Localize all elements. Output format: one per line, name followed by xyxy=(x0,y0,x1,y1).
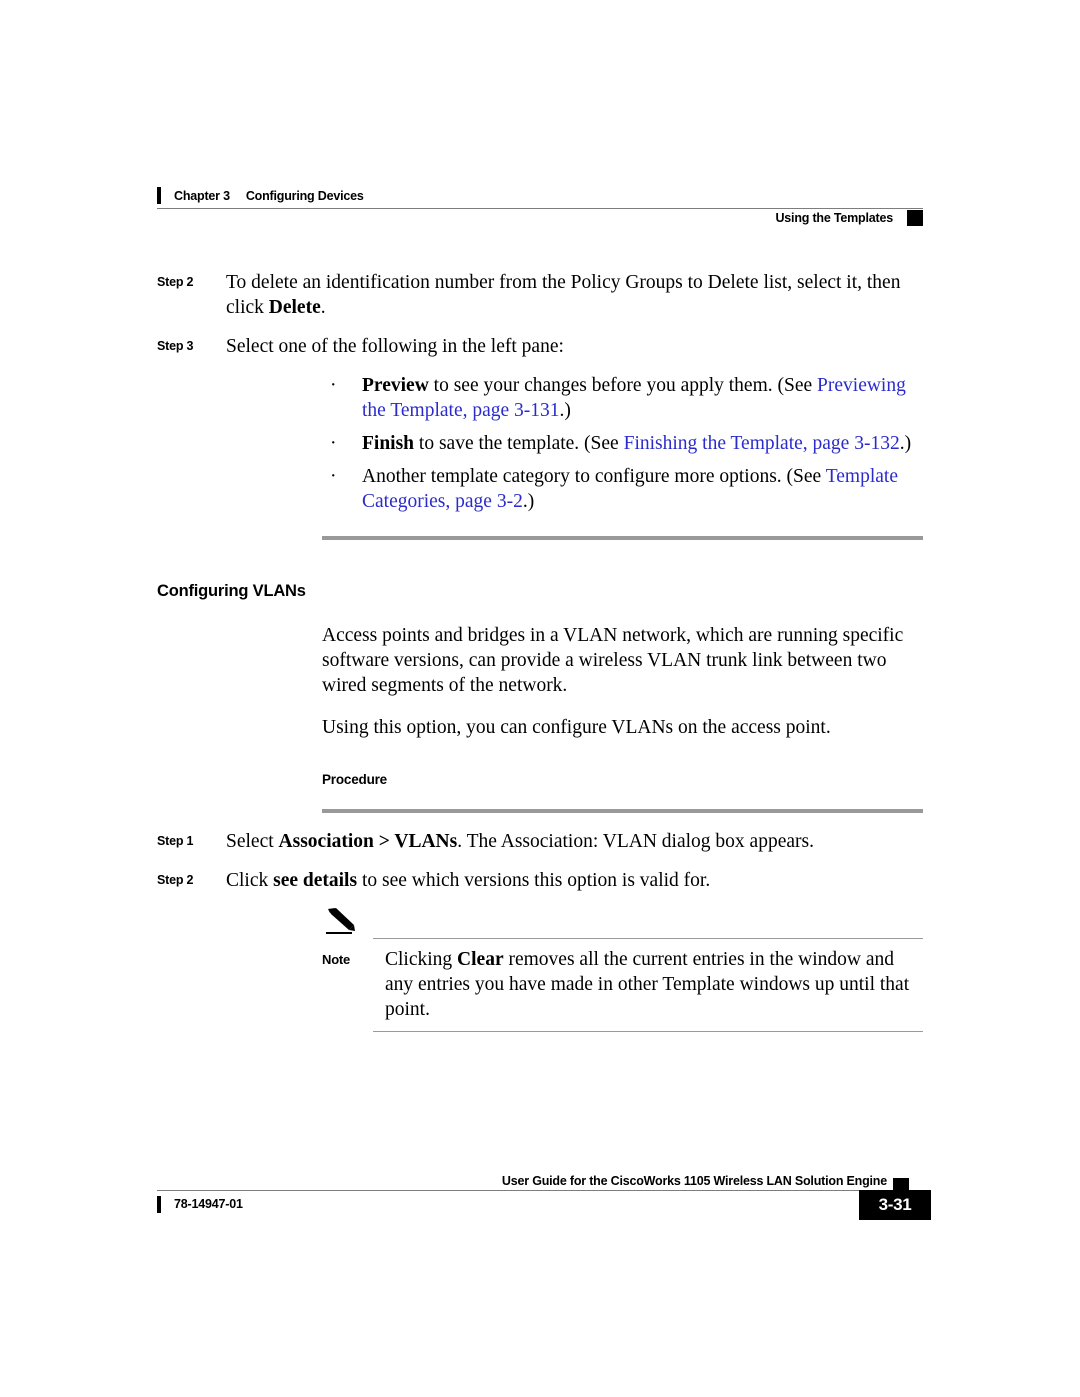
text-run: to see which versions this option is val… xyxy=(357,870,711,891)
note-bottom-divider xyxy=(373,1031,923,1032)
step-label: Step 3 xyxy=(157,339,194,353)
emphasis-bold: Association > VLANs xyxy=(278,831,458,852)
footer-rule xyxy=(157,1190,923,1191)
step-label: Step 1 xyxy=(157,834,194,848)
step-label: Step 2 xyxy=(157,275,194,289)
footer-title-row: User Guide for the CiscoWorks 1105 Wirel… xyxy=(157,1168,923,1194)
step-text: To delete an identification number from … xyxy=(226,270,923,320)
list-item: · Preview to see your changes before you… xyxy=(322,373,923,423)
step-row: Step 3 Select one of the following in th… xyxy=(157,334,923,359)
section-paragraph: Access points and bridges in a VLAN netw… xyxy=(322,625,904,696)
page-footer: User Guide for the CiscoWorks 1105 Wirel… xyxy=(157,1168,931,1220)
note-label: Note xyxy=(322,952,351,967)
emphasis-bold: see details xyxy=(273,870,358,891)
footer-left-marker xyxy=(157,1196,161,1213)
text-run: Select one of the following in the left … xyxy=(226,336,564,357)
header-right-marker xyxy=(907,210,923,226)
section-divider xyxy=(322,536,923,540)
cross-reference-link[interactable]: Finishing the Template, page 3-132 xyxy=(624,433,900,454)
list-item-text: Finish to save the template. (See Finish… xyxy=(362,433,911,454)
section-paragraph: Using this option, you can configure VLA… xyxy=(322,717,831,738)
header-rule xyxy=(157,208,923,209)
list-item-text: Another template category to configure m… xyxy=(362,466,898,512)
step-row: Step 2 To delete an identification numbe… xyxy=(157,270,923,320)
procedure-heading: Procedure xyxy=(322,772,387,787)
bullet-marker: · xyxy=(330,466,337,487)
step-text: Select one of the following in the left … xyxy=(226,334,923,359)
footer-document-number: 78-14947-01 xyxy=(174,1197,243,1211)
header-left-marker xyxy=(157,187,161,204)
text-run: Another template category to configure m… xyxy=(362,466,826,487)
page-header: Chapter 3 Configuring Devices Using the T… xyxy=(157,185,923,229)
text-run: .) xyxy=(899,433,912,454)
step-label: Step 2 xyxy=(157,873,194,887)
list-item: · Another template category to configure… xyxy=(322,464,923,514)
emphasis-bold: Clear xyxy=(457,949,504,970)
page-content: Step 2 To delete an identification numbe… xyxy=(157,270,923,1032)
procedure-divider xyxy=(322,809,923,813)
bullet-marker: · xyxy=(330,375,337,396)
footer-document-title: User Guide for the CiscoWorks 1105 Wirel… xyxy=(501,1174,887,1188)
list-item: · Finish to save the template. (See Fini… xyxy=(322,431,923,456)
bullet-marker: · xyxy=(330,433,337,454)
list-item-text: Preview to see your changes before you a… xyxy=(362,375,906,421)
note-block: Note Clicking Clear removes all the curr… xyxy=(322,908,923,1032)
page-number-badge: 3-31 xyxy=(859,1190,931,1220)
section-heading: Configuring VLANs xyxy=(157,582,306,600)
step-row: Step 1 Select Association > VLANs. The A… xyxy=(157,829,923,854)
header-chapter-text: Chapter 3 Configuring Devices xyxy=(174,189,364,203)
text-run: Clicking xyxy=(385,949,458,970)
header-section-row: Using the Templates xyxy=(157,207,923,229)
step-row: Step 2 Click see details to see which ve… xyxy=(157,868,923,893)
emphasis-bold: Delete xyxy=(268,297,321,318)
emphasis-bold: Finish xyxy=(362,433,415,454)
text-run: to see your changes before you apply the… xyxy=(428,375,818,396)
header-chapter-number: Chapter 3 xyxy=(174,188,230,203)
text-run: to save the template. (See xyxy=(414,433,624,454)
header-chapter-title: Configuring Devices xyxy=(245,188,364,203)
note-top-divider xyxy=(373,938,923,939)
emphasis-bold: Preview xyxy=(362,375,429,396)
header-chapter-row: Chapter 3 Configuring Devices xyxy=(157,185,923,206)
header-section-title: Using the Templates xyxy=(769,211,893,225)
text-run: .) xyxy=(522,491,535,512)
text-run: Click xyxy=(226,870,274,891)
text-run: . xyxy=(320,297,326,318)
text-run: . The Association: VLAN dialog box appea… xyxy=(457,831,814,852)
text-run: .) xyxy=(559,400,571,421)
text-run: To delete an identification number from … xyxy=(226,272,901,318)
text-run: Select xyxy=(226,831,279,852)
step-text: Select Association > VLANs. The Associat… xyxy=(226,829,923,854)
pencil-icon xyxy=(326,907,360,937)
document-page: Chapter 3 Configuring Devices Using the T… xyxy=(0,0,1080,1397)
note-text: Clicking Clear removes all the current e… xyxy=(385,947,923,1022)
options-bullet-list: · Preview to see your changes before you… xyxy=(157,373,923,514)
note-row: Note Clicking Clear removes all the curr… xyxy=(322,919,923,1022)
step-text: Click see details to see which versions … xyxy=(226,868,923,893)
footer-meta-row: 78-14947-01 3-31 xyxy=(157,1190,931,1220)
